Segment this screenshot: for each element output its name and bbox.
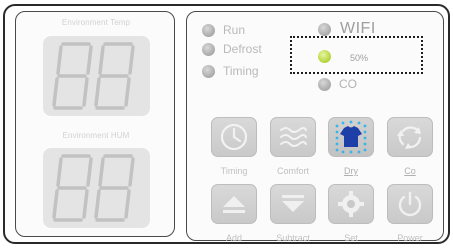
run-led-icon <box>202 23 215 37</box>
recycle-icon <box>397 126 422 149</box>
comfort-button[interactable] <box>270 117 316 157</box>
down-arrow-icon <box>282 195 304 212</box>
power-icon <box>398 191 422 217</box>
co-button[interactable] <box>387 117 433 157</box>
co-led-icon <box>318 77 331 91</box>
dry-button[interactable] <box>328 117 374 157</box>
co-indicator: CO <box>318 77 357 91</box>
co-button-label: Co <box>404 166 416 176</box>
defrost-led-icon <box>202 42 215 56</box>
set-button-label: Set <box>344 233 358 243</box>
wifi-led-icon <box>318 22 331 36</box>
timing-button-label: Timing <box>220 166 248 176</box>
subtract-button-label: Subtract <box>276 233 310 243</box>
timing-label: Timing <box>223 64 259 78</box>
add-button-label: Add <box>225 233 242 243</box>
power-button-label: Power <box>397 233 423 243</box>
level-label: 50% <box>350 53 369 63</box>
level-led-icon <box>318 50 331 63</box>
comfort-button-label: Comfort <box>276 166 309 176</box>
defrost-label: Defrost <box>223 42 262 56</box>
co-label: CO <box>339 77 357 91</box>
add-button[interactable] <box>211 184 257 224</box>
dry-button-label: Dry <box>344 166 358 176</box>
timing-button[interactable] <box>211 117 257 157</box>
temp-seven-segment-display <box>43 36 150 116</box>
defrost-indicator: Defrost <box>202 42 262 56</box>
level-indicator <box>318 50 331 63</box>
display-panel: Environment Temp Environment HUM <box>15 11 175 237</box>
clock-icon <box>220 123 248 151</box>
run-indicator: Run <box>202 23 245 37</box>
timing-indicator: Timing <box>202 64 259 78</box>
subtract-button[interactable] <box>270 184 316 224</box>
power-button[interactable] <box>387 184 433 224</box>
timing-led-icon <box>202 64 215 78</box>
up-arrow-icon <box>223 196 245 213</box>
wave-icon <box>280 127 307 147</box>
hum-display-label: Environment HUM <box>62 131 130 140</box>
set-button[interactable] <box>328 184 374 224</box>
humidity-seven-segment-display <box>43 148 150 228</box>
temp-display-label: Environment Temp <box>61 18 131 27</box>
tshirt-icon <box>335 120 367 154</box>
run-label: Run <box>223 23 246 37</box>
gear-icon <box>338 191 364 217</box>
